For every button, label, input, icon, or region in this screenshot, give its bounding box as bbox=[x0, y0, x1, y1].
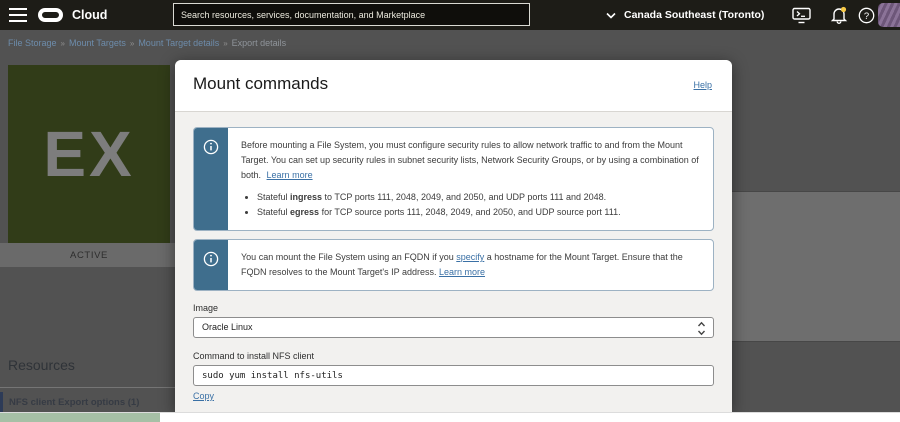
egress-bullet: Stateful egress for TCP source ports 111… bbox=[257, 205, 701, 220]
breadcrumb-export-details: Export details bbox=[232, 38, 287, 48]
copy-link[interactable]: Copy bbox=[193, 391, 214, 401]
search-input[interactable] bbox=[173, 3, 530, 26]
info-banner-content: Before mounting a File System, you must … bbox=[228, 128, 713, 230]
region-label: Canada Southeast (Toronto) bbox=[624, 9, 764, 21]
help-link[interactable]: Help bbox=[693, 80, 712, 90]
breadcrumb-file-storage[interactable]: File Storage bbox=[8, 38, 57, 48]
bottom-strip-green-block bbox=[0, 413, 160, 422]
image-field-label: Image bbox=[193, 303, 714, 313]
info-banner-stripe bbox=[194, 128, 228, 230]
brand-label[interactable]: Cloud bbox=[72, 0, 107, 30]
resource-avatar-label: EX bbox=[43, 117, 134, 191]
dialog-title: Mount commands bbox=[193, 74, 328, 94]
mount-commands-dialog: Mount commands Help Before mounting a Fi… bbox=[175, 60, 732, 412]
info-banner-stripe bbox=[194, 240, 228, 290]
nfs-install-command-input[interactable] bbox=[193, 365, 714, 386]
breadcrumb-separator: » bbox=[223, 39, 227, 48]
learn-more-link[interactable]: Learn more bbox=[267, 170, 313, 180]
specify-link[interactable]: specify bbox=[456, 252, 484, 262]
help-icon: ? bbox=[858, 7, 875, 24]
info-banner-content: You can mount the File System using an F… bbox=[228, 240, 713, 290]
cloud-shell-button[interactable] bbox=[792, 0, 811, 30]
status-band: ACTIVE bbox=[0, 243, 178, 267]
top-navigation-bar: Cloud Canada Southeast (Toronto) bbox=[0, 0, 900, 30]
dialog-body: Before mounting a File System, you must … bbox=[175, 112, 732, 412]
resources-heading: Resources bbox=[8, 357, 75, 373]
info-text: You can mount the File System using an F… bbox=[241, 252, 456, 262]
user-avatar[interactable] bbox=[878, 3, 900, 27]
breadcrumb-separator: » bbox=[61, 39, 65, 48]
hamburger-menu-icon[interactable] bbox=[9, 8, 27, 23]
notification-dot bbox=[841, 7, 846, 12]
sidebar-item-label: NFS client Export options (1) bbox=[9, 397, 139, 408]
security-rules-info-banner: Before mounting a File System, you must … bbox=[193, 127, 714, 231]
select-stepper-icon bbox=[697, 321, 706, 343]
svg-text:?: ? bbox=[864, 11, 869, 22]
cloud-shell-icon bbox=[792, 7, 811, 24]
image-select[interactable]: Oracle Linux bbox=[193, 317, 714, 338]
notifications-button[interactable] bbox=[830, 0, 848, 30]
sidebar-item-nfs-client-export-options[interactable]: NFS client Export options (1) bbox=[0, 392, 176, 413]
breadcrumb-mount-target-details[interactable]: Mount Target details bbox=[138, 38, 219, 48]
bottom-strip bbox=[0, 412, 900, 422]
info-icon bbox=[203, 251, 219, 267]
nfs-install-label: Command to install NFS client bbox=[193, 351, 714, 361]
breadcrumb-separator: » bbox=[130, 39, 134, 48]
breadcrumb-mount-targets[interactable]: Mount Targets bbox=[69, 38, 126, 48]
notifications-bell-icon bbox=[830, 6, 848, 24]
fqdn-info-banner: You can mount the File System using an F… bbox=[193, 239, 714, 291]
help-button[interactable]: ? bbox=[858, 0, 875, 30]
learn-more-link[interactable]: Learn more bbox=[439, 267, 485, 277]
ingress-bullet: Stateful ingress to TCP ports 111, 2048,… bbox=[257, 190, 701, 205]
resources-divider bbox=[0, 387, 176, 388]
chevron-down-icon bbox=[606, 12, 616, 19]
image-select-value: Oracle Linux bbox=[202, 322, 253, 332]
ports-bullet-list: Stateful ingress to TCP ports 111, 2048,… bbox=[241, 190, 701, 220]
dialog-header: Mount commands Help bbox=[175, 60, 732, 112]
region-selector[interactable]: Canada Southeast (Toronto) bbox=[606, 0, 764, 30]
oracle-logo-icon[interactable] bbox=[38, 8, 63, 22]
status-badge: ACTIVE bbox=[70, 250, 108, 261]
selected-indicator bbox=[0, 392, 3, 413]
oracle-cloud-console: File Storage » Mount Targets » Mount Target … bbox=[0, 0, 900, 422]
info-icon bbox=[203, 139, 219, 155]
resource-avatar: EX bbox=[8, 65, 170, 243]
breadcrumb: File Storage » Mount Targets » Mount Target … bbox=[8, 38, 286, 48]
